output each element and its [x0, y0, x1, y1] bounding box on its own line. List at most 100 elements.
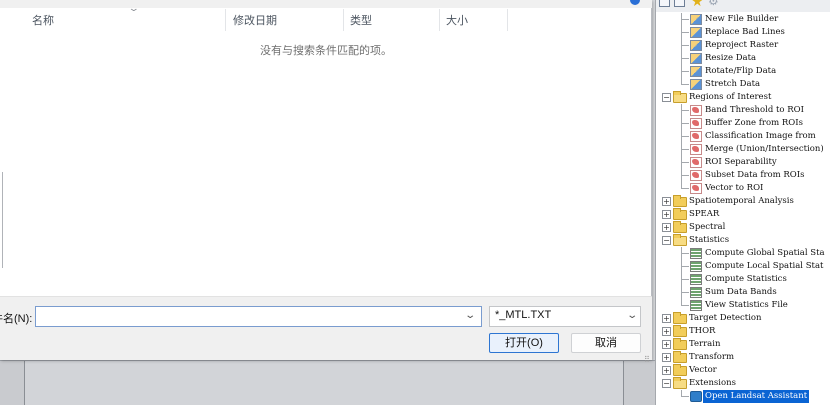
column-header-date-modified[interactable]: 修改日期	[227, 12, 277, 30]
tree-connector-line	[681, 110, 689, 111]
tool-icon	[690, 53, 702, 64]
tree-connector-line	[681, 162, 689, 163]
column-separator[interactable]	[507, 9, 508, 31]
expand-icon[interactable]: +	[662, 210, 671, 219]
toolbox-folder-label: Transform	[689, 352, 735, 362]
toolbox-tool-item[interactable]: Classification Image from	[656, 130, 830, 143]
navigation-pane-edge	[0, 172, 3, 268]
expand-icon[interactable]: +	[662, 314, 671, 323]
toolbox-tool-item[interactable]: Reproject Raster	[656, 39, 830, 52]
toolbox-folder-label: SPEAR	[689, 209, 720, 219]
toolbox-folder-label: Statistics	[689, 235, 730, 245]
tree-connector-line	[681, 84, 689, 85]
toolbox-panel: ★ ⚙ New File Builder Replace Bad Lines Rep…	[655, 0, 830, 405]
toolbox-folder[interactable]: − Extensions	[656, 377, 830, 390]
column-header-name[interactable]: 名称	[26, 12, 54, 30]
filename-history-chevron-icon[interactable]: ⌄	[464, 310, 476, 321]
toolbox-folder[interactable]: + Vector	[656, 364, 830, 377]
toolbox-tool-item[interactable]: Vector to ROI	[656, 182, 830, 195]
tree-connector-line	[681, 266, 689, 267]
statistics-icon	[690, 248, 702, 259]
toolbox-tool-item[interactable]: Replace Bad Lines	[656, 26, 830, 39]
toolbox-tool-item[interactable]: Band Threshold to ROI	[656, 104, 830, 117]
file-type-chevron-icon[interactable]: ⌄	[626, 310, 638, 321]
application-bottom-panel	[0, 360, 655, 405]
toolbox-folder[interactable]: − Regions of Interest	[656, 91, 830, 104]
statistics-icon	[690, 287, 702, 298]
toolbox-tool-item[interactable]: Merge (Union/Intersection)	[656, 143, 830, 156]
collapse-all-icon[interactable]	[659, 0, 670, 7]
roi-icon	[690, 144, 702, 155]
toolbox-tool-item[interactable]: Compute Local Spatial Stat	[656, 260, 830, 273]
toolbox-folder[interactable]: + Transform	[656, 351, 830, 364]
toolbox-folder[interactable]: + Spectral	[656, 221, 830, 234]
column-header-type[interactable]: 类型	[344, 12, 372, 30]
toolbox-tool-label: Resize Data	[705, 53, 757, 63]
landsat-icon	[690, 391, 702, 402]
toolbox-tool-item[interactable]: Stretch Data	[656, 78, 830, 91]
toolbox-tool-item[interactable]: Subset Data from ROIs	[656, 169, 830, 182]
folder-icon	[673, 364, 687, 376]
statistics-icon	[690, 300, 702, 311]
toolbox-folder[interactable]: + THOR	[656, 325, 830, 338]
expand-icon[interactable]: +	[662, 223, 671, 232]
toolbox-folder[interactable]: + Terrain	[656, 338, 830, 351]
toolbox-tool-item[interactable]: Open Landsat Assistant	[656, 390, 830, 403]
toolbox-tool-item[interactable]: Compute Statistics	[656, 273, 830, 286]
toolbox-tool-item[interactable]: View Statistics File	[656, 299, 830, 312]
filename-input[interactable]	[35, 306, 482, 327]
expand-all-icon[interactable]	[674, 0, 685, 7]
expand-icon[interactable]: +	[662, 366, 671, 375]
toolbox-folder[interactable]: + Spatiotemporal Analysis	[656, 195, 830, 208]
tree-connector-line	[681, 396, 689, 397]
collapse-icon[interactable]: −	[662, 379, 671, 388]
expand-icon[interactable]: +	[662, 353, 671, 362]
tool-icon	[690, 27, 702, 38]
tree-connector-line	[681, 123, 689, 124]
collapse-icon[interactable]: −	[662, 93, 671, 102]
settings-gear-icon[interactable]: ⚙	[708, 0, 719, 8]
column-separator[interactable]	[225, 9, 226, 31]
folder-icon	[673, 208, 687, 220]
tree-connector-line	[681, 188, 689, 189]
toolbox-tool-item[interactable]: New File Builder	[656, 13, 830, 26]
expand-icon[interactable]: +	[662, 327, 671, 336]
file-type-select[interactable]: *_MTL.TXT	[489, 306, 641, 327]
toolbox-folder[interactable]: + Target Detection	[656, 312, 830, 325]
tree-connector-line	[681, 175, 689, 176]
expand-icon[interactable]: +	[662, 197, 671, 206]
toolbox-folder-label: Regions of Interest	[689, 92, 772, 102]
folder-open-icon	[673, 91, 687, 103]
favorites-star-icon[interactable]: ★	[691, 0, 704, 10]
tree-connector-line	[681, 71, 689, 72]
dialog-top-strip	[0, 0, 652, 8]
column-header-size[interactable]: 大小	[440, 12, 468, 30]
roi-icon	[690, 157, 702, 168]
file-list-header: ⌄ 名称 修改日期 类型 大小	[10, 3, 650, 31]
toolbox-tool-item[interactable]: Resize Data	[656, 52, 830, 65]
cancel-button[interactable]: 取消	[571, 333, 641, 353]
toolbox-tool-label: Stretch Data	[705, 79, 761, 89]
toolbox-tool-item[interactable]: Sum Data Bands	[656, 286, 830, 299]
toolbox-folder-label: Spectral	[689, 222, 726, 232]
expand-icon[interactable]: +	[662, 340, 671, 349]
resize-grip-icon[interactable]: ⠿	[644, 355, 650, 364]
toolbox-tool-item[interactable]: ROI Separability	[656, 156, 830, 169]
collapse-icon[interactable]: −	[662, 236, 671, 245]
toolbox-folder[interactable]: + SPEAR	[656, 208, 830, 221]
toolbox-tool-item[interactable]: Compute Global Spatial Sta	[656, 247, 830, 260]
folder-icon	[673, 325, 687, 337]
tree-connector-line	[681, 19, 689, 20]
tree-connector-line	[681, 305, 689, 306]
toolbox-tool-item[interactable]: Rotate/Flip Data	[656, 65, 830, 78]
folder-icon	[673, 338, 687, 350]
open-button[interactable]: 打开(O)	[489, 333, 559, 353]
tree-connector-line	[681, 32, 689, 33]
toolbox-tool-label: View Statistics File	[705, 300, 788, 310]
toolbox-tool-item[interactable]: Buffer Zone from ROIs	[656, 117, 830, 130]
toolbox-folder[interactable]: − Statistics	[656, 234, 830, 247]
folder-icon	[673, 351, 687, 363]
toolbox-tool-label: Band Threshold to ROI	[705, 105, 804, 115]
dialog-footer: 件名(N): ⌄ *_MTL.TXT ⌄ 打开(O) 取消	[0, 296, 652, 360]
toolbox-folder-label: THOR	[689, 326, 716, 336]
